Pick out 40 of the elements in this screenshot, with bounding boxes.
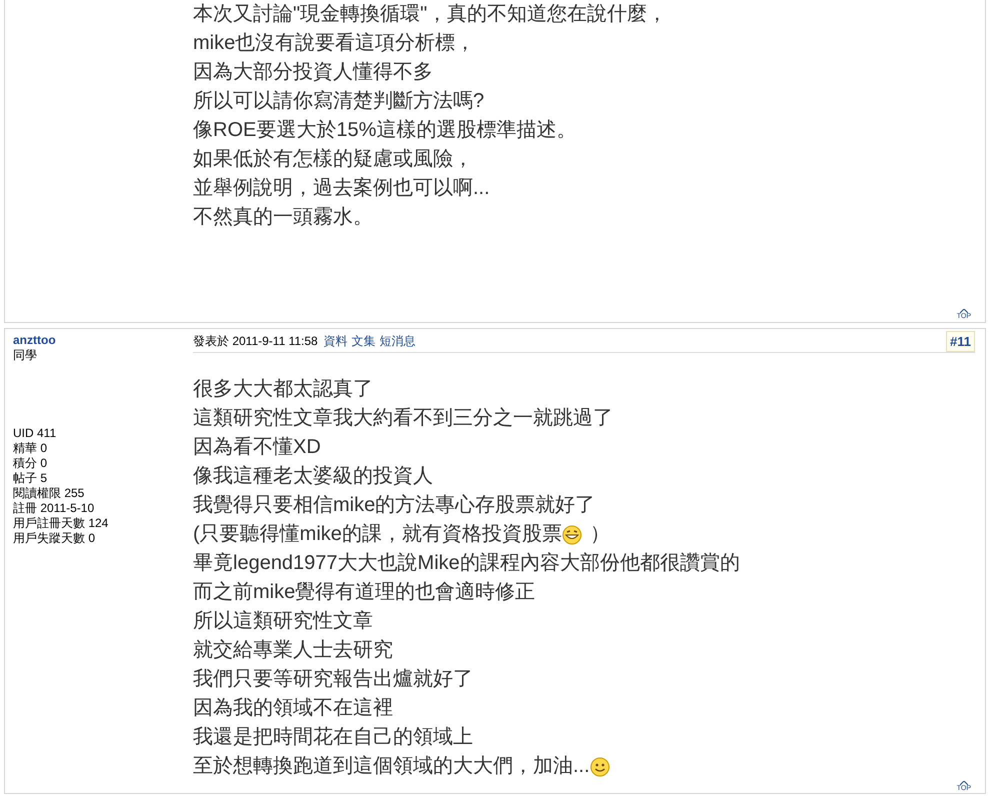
post-number-link[interactable]: #11: [946, 331, 975, 352]
post-text-line: ）: [590, 522, 610, 547]
profile-link[interactable]: 文集: [352, 333, 376, 350]
author-stat: 註冊 2011-5-10: [13, 501, 96, 516]
post-text-line: 因為我的領域不在這裡: [193, 696, 393, 721]
post-text-line: mike也沒有說要看這項分析標，: [193, 31, 476, 56]
post-text-line: 因為看不懂XD: [193, 435, 321, 460]
post-text-line: 我覺得只要相信mike的方法專心存股票就好了: [193, 493, 596, 518]
caret-icon: [960, 309, 968, 313]
author-name-link[interactable]: anzttoo: [13, 333, 177, 347]
author-stat: 帖子 5: [13, 471, 48, 486]
caret-icon: [960, 781, 968, 785]
author-rank: 同學: [13, 347, 38, 364]
author-stat: UID 411: [13, 426, 58, 441]
author-stat: 精華 0: [13, 441, 48, 456]
post-text-line: 這類研究性文章我大約看不到三分之一就跳過了: [193, 406, 613, 431]
post-text-line: 就交給專業人士去研究: [193, 638, 393, 663]
post-text-line: 如果低於有怎樣的疑慮或風險，: [193, 147, 473, 172]
post-text-line: 畢竟legend1977大大也說Mike的課程內容大部份他都很讚賞的: [193, 551, 740, 576]
post-text-line: 本次又討論"現金轉換循環"，真的不知道您在說什麼，: [193, 2, 668, 27]
author-stat: 閱讀權限 255: [13, 486, 86, 501]
post-text-line: 像ROE要選大於15%這樣的選股標準描述。: [193, 118, 576, 143]
post-text-line: 所以這類研究性文章: [193, 609, 373, 634]
author-stat: 用戶失蹤天數 0: [13, 531, 96, 546]
post-text-line: 所以可以請你寫清楚判斷方法嗎?: [193, 89, 484, 114]
post-text-line: 不然真的一頭霧水。: [193, 205, 373, 230]
profile-link[interactable]: 資料: [324, 333, 348, 350]
post-text-line: 我們只要等研究報告出爐就好了: [193, 667, 473, 692]
profile-link[interactable]: 短消息: [380, 333, 416, 350]
post-text-line: (只要聽得懂mike的課，就有資格投資股票: [193, 522, 562, 547]
post-text-line: 因為大部分投資人懂得不多: [193, 60, 433, 85]
post-text-line: 像我這種老太婆級的投資人: [193, 464, 433, 489]
post-text-line: 至於想轉換跑道到這個領域的大大們，加油...: [193, 754, 590, 779]
post-text-line: 並舉例說明，過去案例也可以啊...: [193, 176, 490, 201]
post-text-line: 很多大大都太認真了: [193, 377, 373, 402]
post-text-line: 我還是把時間花在自己的領域上: [193, 725, 473, 750]
author-stat: 用戶註冊天數 124: [13, 516, 110, 531]
post-text-line: 而之前mike覺得有道理的也會適時修正: [193, 580, 536, 605]
author-stat: 積分 0: [13, 456, 48, 471]
post-date: 發表於 2011-9-11 11:58: [193, 333, 318, 350]
